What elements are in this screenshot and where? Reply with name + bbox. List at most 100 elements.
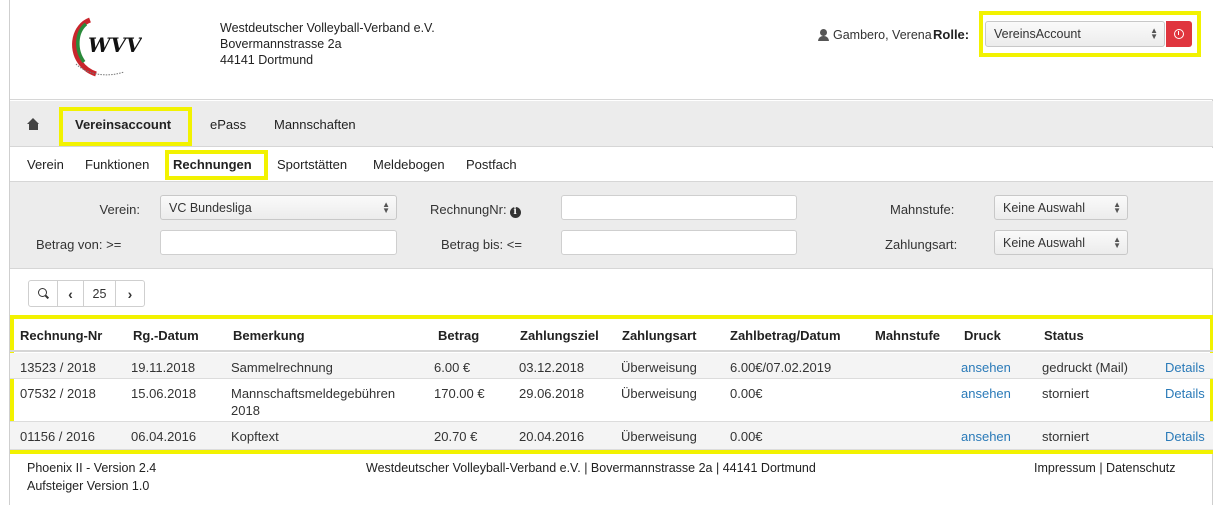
table-row: 13523 / 2018 19.11.2018 Sammelrechnung 6… [10, 353, 1213, 379]
details-link[interactable]: Details [1165, 428, 1205, 445]
user-name: Gambero, Verena [833, 28, 932, 42]
cell-rg-datum: 15.06.2018 [131, 386, 197, 401]
col-header-mahnstufe[interactable]: Mahnstufe [875, 328, 940, 343]
role-select[interactable]: VereinsAccount ▲ ▼ [985, 21, 1165, 47]
col-header-rechnung-nr[interactable]: Rechnung-Nr [20, 328, 102, 343]
cell-zahlbetrag: 0.00€ [730, 386, 763, 401]
chevron-right-icon: › [127, 285, 133, 302]
ansehen-link[interactable]: ansehen [961, 385, 1011, 402]
zahlungsart-select-value: Keine Auswahl [1003, 236, 1086, 250]
cell-zahlungsart: Überweisung [621, 360, 697, 375]
cell-zahlbetrag: 0.00€ [730, 429, 763, 444]
select-arrows-icon: ▲ ▼ [382, 200, 390, 215]
mahnstufe-select-value: Keine Auswahl [1003, 201, 1086, 215]
subnav-sportstaetten[interactable]: Sportstätten [277, 157, 347, 172]
rechnungnr-input[interactable] [561, 195, 797, 220]
power-icon [1174, 29, 1184, 39]
sub-nav: Verein Funktionen Rechnungen Sportstätte… [10, 148, 1213, 182]
cell-zahlungsziel: 29.06.2018 [519, 386, 585, 401]
subnav-funktionen[interactable]: Funktionen [85, 157, 149, 172]
footer-links: Impressum | Datenschutz [1034, 460, 1176, 477]
next-page-button[interactable]: › [116, 281, 144, 306]
cell-bemerkung: Kopftext [231, 429, 279, 444]
cell-rg-datum: 19.11.2018 [131, 360, 196, 375]
footer: Phoenix II - Version 2.4 Aufsteiger Vers… [10, 455, 1213, 505]
details-link[interactable]: Details [1165, 385, 1205, 402]
nav-vereinsaccount[interactable]: Vereinsaccount [75, 117, 171, 132]
prev-page-button[interactable]: ‹ [58, 281, 84, 306]
logo-text: WVV [88, 33, 142, 57]
role-label: Rolle: [933, 27, 970, 42]
details-link[interactable]: Details [1165, 359, 1205, 376]
cell-status: gedruckt (Mail) [1042, 360, 1128, 375]
info-icon[interactable]: i [509, 207, 521, 218]
subnav-meldebogen[interactable]: Meldebogen [373, 157, 445, 172]
select-arrows-icon: ▲ ▼ [1150, 26, 1158, 41]
cell-rg-datum: 06.04.2016 [131, 429, 197, 444]
cell-status: storniert [1042, 429, 1089, 444]
org-street: Bovermannstrasse 2a [220, 37, 342, 51]
betrag-bis-input[interactable] [561, 230, 797, 255]
table-row: 07532 / 2018 15.06.2018 Mannschaftsmelde… [10, 379, 1213, 422]
cell-betrag: 6.00 € [434, 360, 471, 375]
verein-label: Verein: [99, 202, 140, 217]
datenschutz-link[interactable]: Datenschutz [1106, 461, 1175, 475]
logout-button[interactable] [1166, 21, 1192, 47]
subnav-postfach[interactable]: Postfach [466, 157, 517, 172]
search-button[interactable] [29, 281, 58, 306]
user-info[interactable]: Gambero, Verena [818, 28, 932, 42]
ansehen-link[interactable]: ansehen [961, 359, 1011, 376]
aufsteiger-version: Aufsteiger Version 1.0 [27, 479, 150, 493]
role-select-value: VereinsAccount [994, 27, 1081, 41]
user-icon [818, 29, 829, 41]
table-row: 01156 / 2016 06.04.2016 Kopftext 20.70 €… [10, 422, 1213, 450]
col-header-druck[interactable]: Druck [964, 328, 1001, 343]
footer-address: Westdeutscher Volleyball-Verband e.V. | … [366, 461, 816, 475]
cell-bemerkung: Mannschaftsmeldegebühren 2018 [231, 386, 396, 418]
cell-zahlungsziel: 20.04.2016 [519, 429, 585, 444]
mahnstufe-select[interactable]: Keine Auswahl ▲ ▼ [994, 195, 1128, 220]
cell-status: storniert [1042, 386, 1089, 401]
wvv-logo: WVV [72, 17, 142, 77]
cell-bemerkung: Sammelrechnung [231, 360, 333, 375]
subnav-rechnungen[interactable]: Rechnungen [173, 157, 252, 172]
cell-rechnung-nr: 13523 / 2018 [20, 360, 96, 375]
col-header-zahlungsart[interactable]: Zahlungsart [622, 328, 696, 343]
col-header-zahlbetrag-datum[interactable]: Zahlbetrag/Datum [730, 328, 841, 343]
select-arrows-icon: ▲ ▼ [1113, 200, 1121, 215]
betrag-von-input[interactable] [160, 230, 397, 255]
footer-separator: | [1099, 461, 1103, 475]
col-header-rg-datum[interactable]: Rg.-Datum [133, 328, 199, 343]
org-city: 44141 Dortmund [220, 53, 314, 67]
col-header-status[interactable]: Status [1044, 328, 1084, 343]
nav-mannschaften[interactable]: Mannschaften [274, 117, 356, 132]
rechnungnr-label-text: RechnungNr: [430, 202, 507, 217]
filter-panel: Verein: VC Bundesliga ▲ ▼ RechnungNr: i Ma… [10, 182, 1213, 269]
verein-select-value: VC Bundesliga [169, 201, 252, 215]
mahnstufe-label: Mahnstufe: [890, 202, 955, 217]
betrag-bis-label: Betrag bis: <= [441, 237, 522, 252]
pager: ‹ 25 › [28, 280, 145, 307]
org-address: Westdeutscher Volleyball-Verband e.V. Bo… [220, 20, 435, 68]
rechnungnr-label: RechnungNr: i [430, 202, 521, 218]
home-icon[interactable] [27, 118, 40, 130]
betrag-von-label: Betrag von: >= [36, 237, 122, 252]
subnav-verein[interactable]: Verein [27, 157, 64, 172]
app-version: Phoenix II - Version 2.4 [27, 461, 157, 475]
verein-select[interactable]: VC Bundesliga ▲ ▼ [160, 195, 397, 220]
nav-epass[interactable]: ePass [210, 117, 246, 132]
page-size[interactable]: 25 [84, 281, 116, 306]
header: WVV Westdeutscher Volleyball-Verband e.V… [10, 0, 1213, 100]
cell-zahlungsart: Überweisung [621, 429, 697, 444]
col-header-bemerkung[interactable]: Bemerkung [233, 328, 305, 343]
zahlungsart-select[interactable]: Keine Auswahl ▲ ▼ [994, 230, 1128, 255]
cell-betrag: 20.70 € [434, 429, 478, 444]
cell-rechnung-nr: 07532 / 2018 [20, 386, 96, 401]
cell-betrag: 170.00 € [434, 386, 485, 401]
cell-zahlungsziel: 03.12.2018 [519, 360, 585, 375]
impressum-link[interactable]: Impressum [1034, 461, 1096, 475]
col-header-betrag[interactable]: Betrag [438, 328, 479, 343]
col-header-zahlungsziel[interactable]: Zahlungsziel [520, 328, 599, 343]
ansehen-link[interactable]: ansehen [961, 428, 1011, 445]
main-nav: Vereinsaccount ePass Mannschaften [10, 101, 1213, 147]
